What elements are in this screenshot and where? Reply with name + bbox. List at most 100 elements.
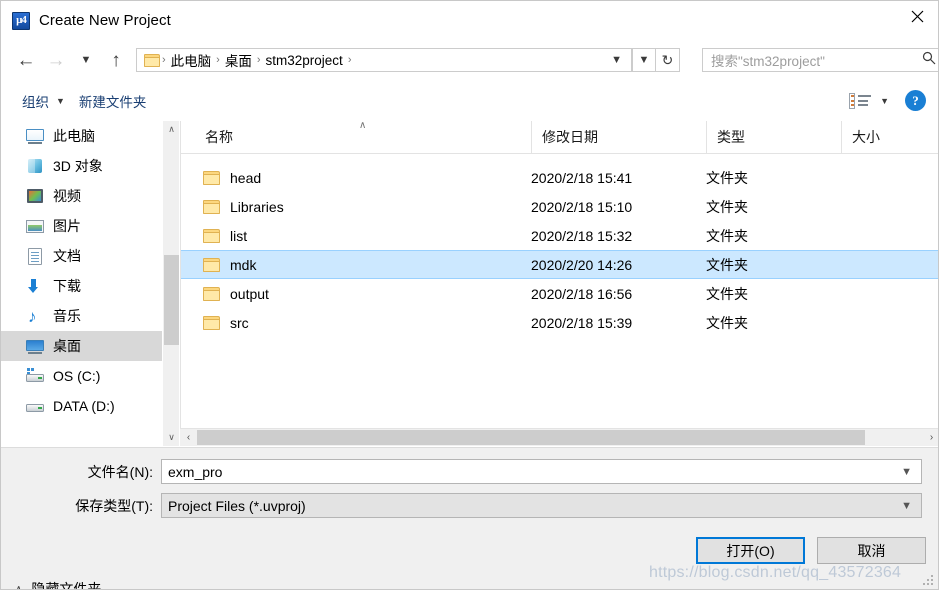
content-area: 此电脑 3D 对象 视频 图片 文档 下载 ♪ 音乐 桌面 OS (C:) DA… [1, 120, 938, 446]
column-header-name[interactable]: 名称 [181, 121, 531, 153]
type-cell: 文件夹 [706, 198, 748, 215]
breadcrumb-item-0[interactable]: 此电脑 [168, 50, 215, 70]
chevron-down-icon: ▼ [56, 95, 65, 106]
sidebar-item-3d-objects[interactable]: 3D 对象 [1, 151, 179, 181]
column-header-date-modified[interactable]: 修改日期 [531, 121, 706, 153]
cancel-button[interactable]: 取消 [817, 537, 926, 564]
sidebar-item-os-c[interactable]: OS (C:) [1, 361, 179, 391]
videos-icon [25, 188, 45, 205]
type-cell: 文件夹 [706, 169, 748, 186]
file-name-cell: src [203, 315, 249, 331]
chevron-down-icon[interactable]: ▼ [901, 500, 912, 512]
sidebar-scrollbar[interactable]: ∧ ∨ [162, 121, 179, 446]
hide-folders-toggle[interactable]: ∧ 隐藏文件夹 [15, 579, 102, 590]
organize-button[interactable]: 组织 ▼ [15, 87, 72, 115]
filename-row: 文件名(N): exm_pro ▼ [1, 459, 938, 484]
file-name-cell: output [203, 286, 269, 302]
scroll-down-icon[interactable]: ∨ [163, 429, 179, 446]
type-cell: 文件夹 [706, 314, 748, 331]
chevron-down-icon: ▼ [638, 54, 650, 66]
scroll-right-icon[interactable]: › [923, 429, 938, 446]
create-new-project-dialog: µ4 Create New Project ← → ▼ ↑ › 此电脑 › 桌面… [0, 0, 939, 590]
hide-folders-label: 隐藏文件夹 [31, 581, 102, 590]
filetype-value: Project Files (*.uvproj) [168, 497, 306, 514]
open-button[interactable]: 打开(O) [696, 537, 805, 564]
column-header-type[interactable]: 类型 [706, 121, 841, 153]
folder-icon [203, 228, 220, 243]
sidebar-item-videos[interactable]: 视频 [1, 181, 179, 211]
file-name-cell: Libraries [203, 199, 284, 215]
refresh-icon: ↻ [661, 51, 674, 68]
dialog-footer: 文件名(N): exm_pro ▼ 保存类型(T): Project Files… [1, 447, 938, 589]
breadcrumb-separator: › [256, 54, 261, 66]
sidebar-scroll-thumb[interactable] [164, 255, 179, 345]
sidebar-item-label: 图片 [53, 218, 81, 234]
resize-grip[interactable] [923, 575, 934, 586]
sidebar-item-label: 桌面 [53, 338, 81, 354]
horizontal-scroll-thumb[interactable] [197, 430, 865, 445]
sidebar-item-music[interactable]: ♪ 音乐 [1, 301, 179, 331]
file-name-cell: head [203, 170, 261, 186]
type-cell: 文件夹 [706, 227, 748, 244]
command-bar: 组织 ▼ 新建文件夹 ▼ ? [1, 80, 938, 121]
up-one-level-button[interactable]: ↑ [101, 45, 131, 75]
forward-button[interactable]: → [41, 45, 71, 75]
filename-input[interactable]: exm_pro ▼ [161, 459, 922, 484]
breadcrumb-separator: › [216, 54, 220, 66]
file-name-label: src [230, 314, 249, 331]
recent-locations-button[interactable]: ▼ [71, 45, 101, 75]
sidebar-item-label: 视频 [53, 188, 81, 204]
filetype-select[interactable]: Project Files (*.uvproj) ▼ [161, 493, 922, 518]
help-button[interactable]: ? [905, 90, 926, 111]
column-header-size[interactable]: 大小 [841, 121, 938, 153]
file-name-label: list [230, 227, 248, 244]
new-folder-label: 新建文件夹 [78, 94, 147, 110]
table-row[interactable]: output 2020/2/18 16:56 文件夹 [181, 279, 938, 308]
breadcrumb-separator: › [347, 54, 352, 66]
scroll-up-icon[interactable]: ∧ [163, 121, 179, 138]
search-placeholder: 搜索"stm32project" [711, 54, 825, 69]
scroll-left-icon[interactable]: ‹ [180, 429, 197, 446]
file-name-label: Libraries [230, 198, 284, 215]
file-name-label: output [230, 285, 269, 302]
type-cell: 文件夹 [706, 285, 748, 302]
local-disk-icon [25, 398, 45, 415]
view-options-chevron-icon[interactable]: ▼ [880, 96, 889, 106]
folder-icon [203, 315, 220, 330]
file-rows: head 2020/2/18 15:41 文件夹 Libraries 2020/… [181, 163, 938, 337]
sidebar-item-label: 下载 [53, 278, 81, 294]
breadcrumb-dropdown-icon[interactable]: ▼ [611, 54, 622, 66]
address-history-button[interactable]: ▼ [632, 48, 656, 72]
new-folder-button[interactable]: 新建文件夹 [72, 87, 154, 115]
sidebar-item-downloads[interactable]: 下载 [1, 271, 179, 301]
sidebar-item-this-pc[interactable]: 此电脑 [1, 121, 179, 151]
table-row-selected[interactable]: mdk 2020/2/20 14:26 文件夹 [181, 250, 938, 279]
table-row[interactable]: src 2020/2/18 15:39 文件夹 [181, 308, 938, 337]
breadcrumb[interactable]: › 此电脑 › 桌面 › stm32project › ▼ [136, 48, 632, 72]
file-name-cell: mdk [203, 257, 256, 273]
sidebar-item-label: DATA (D:) [53, 398, 115, 414]
sidebar-item-documents[interactable]: 文档 [1, 241, 179, 271]
breadcrumb-item-1[interactable]: 桌面 [222, 50, 255, 70]
table-row[interactable]: list 2020/2/18 15:32 文件夹 [181, 221, 938, 250]
close-button[interactable] [894, 1, 938, 31]
table-row[interactable]: Libraries 2020/2/18 15:10 文件夹 [181, 192, 938, 221]
folder-icon [203, 199, 220, 214]
date-modified-cell: 2020/2/18 15:39 [531, 314, 633, 331]
table-row[interactable]: head 2020/2/18 15:41 文件夹 [181, 163, 938, 192]
folder-icon [144, 53, 160, 67]
sidebar-item-desktop[interactable]: 桌面 [1, 331, 179, 361]
breadcrumb-item-2[interactable]: stm32project [263, 53, 346, 68]
sidebar-item-pictures[interactable]: 图片 [1, 211, 179, 241]
chevron-down-icon[interactable]: ▼ [901, 466, 912, 478]
file-name-label: mdk [230, 256, 257, 273]
search-input[interactable]: 搜索"stm32project" [702, 48, 938, 72]
refresh-button[interactable]: ↻ [656, 48, 680, 72]
back-button[interactable]: ← [11, 45, 41, 75]
sort-ascending-icon: ∧ [359, 120, 367, 131]
view-layout-icon[interactable] [849, 92, 872, 109]
file-list-horizontal-scrollbar[interactable]: ‹ › [180, 428, 938, 446]
sidebar-item-data-d[interactable]: DATA (D:) [1, 391, 179, 421]
chevron-up-icon: ∧ [15, 583, 23, 590]
sidebar-item-label: 此电脑 [53, 128, 95, 144]
